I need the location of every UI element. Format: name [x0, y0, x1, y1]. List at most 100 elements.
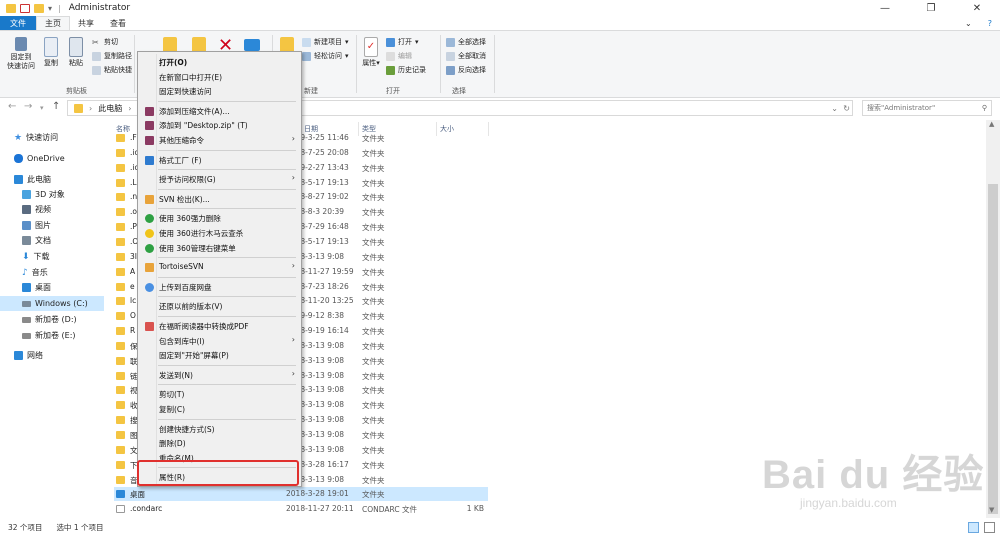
- select-none-button[interactable]: 全部取消: [446, 51, 486, 61]
- menu-item[interactable]: 上传到百度网盘: [140, 280, 299, 294]
- address-dropdown-icon[interactable]: ⌄: [831, 104, 838, 113]
- file-row[interactable]: 桌面 2018-3-28 19:01 文件夹: [114, 487, 488, 502]
- menu-item[interactable]: 固定到快速访问: [140, 84, 299, 98]
- cloud-icon: [14, 154, 23, 163]
- rename-icon[interactable]: [244, 39, 260, 51]
- pin-quick-access-button[interactable]: 固定到 快速访问: [4, 37, 38, 71]
- folder-icon: [116, 371, 125, 380]
- copy-button[interactable]: 复制: [40, 37, 62, 68]
- file-name: .F: [130, 133, 137, 142]
- file-type: 文件夹: [362, 297, 385, 307]
- nav-network[interactable]: 网络: [14, 348, 104, 363]
- menu-item[interactable]: 剪切(T): [140, 387, 299, 401]
- file-type: 文件夹: [362, 460, 385, 470]
- menu-item[interactable]: 打开(O): [140, 55, 299, 69]
- menu-item-label: 删除(D): [159, 439, 186, 449]
- file-row[interactable]: .condarc 2018-11-27 20:11 CONDARC 文件 1 KB: [114, 502, 488, 516]
- menu-item[interactable]: 包含到库中(I) ›: [140, 334, 299, 348]
- breadcrumb-this-pc[interactable]: 此电脑: [98, 103, 122, 114]
- nav-drive-c[interactable]: Windows (C:): [0, 296, 104, 311]
- location-folder-icon: [74, 103, 83, 113]
- scroll-up-arrow-icon[interactable]: ▲: [989, 120, 994, 128]
- nav-drive-d[interactable]: 新加卷 (D:): [22, 312, 104, 327]
- menu-item[interactable]: 使用 360管理右键菜单: [140, 241, 299, 255]
- menu-item[interactable]: 格式工厂 (F): [140, 153, 299, 167]
- delete-360-icon: [145, 214, 154, 224]
- properties-button[interactable]: ✓ 属性▾: [360, 37, 382, 68]
- desktop-icon: [22, 283, 31, 292]
- maximize-button[interactable]: ❐: [908, 0, 954, 16]
- minimize-button[interactable]: —: [862, 0, 908, 16]
- paste-shortcut-button[interactable]: 粘贴快捷: [92, 65, 132, 75]
- menu-item[interactable]: 固定到"开始"屏幕(P): [140, 348, 299, 362]
- nav-documents[interactable]: 文档: [22, 233, 104, 248]
- menu-item[interactable]: 添加到 "Desktop.zip" (T): [140, 118, 299, 132]
- menu-item[interactable]: 其他压缩命令 ›: [140, 133, 299, 147]
- search-input[interactable]: 搜索"Administrator" ⚲: [862, 100, 992, 116]
- menu-item[interactable]: 还原以前的版本(V): [140, 299, 299, 313]
- archive-icon: [145, 121, 154, 131]
- nav-music[interactable]: ♪ 音乐: [22, 265, 104, 280]
- menu-item-label: 还原以前的版本(V): [159, 302, 223, 312]
- tab-file[interactable]: 文件: [0, 16, 36, 30]
- new-folder-icon[interactable]: [34, 3, 44, 13]
- menu-item[interactable]: 创建快捷方式(S): [140, 422, 299, 436]
- nav-onedrive[interactable]: OneDrive: [14, 151, 104, 166]
- menu-separator: [158, 418, 296, 420]
- menu-item[interactable]: 复制(C): [140, 402, 299, 416]
- nav-drive-e[interactable]: 新加卷 (E:): [22, 328, 104, 343]
- new-item-button[interactable]: 新建项目 ▾: [302, 37, 349, 47]
- history-button[interactable]: 历史记录: [386, 65, 426, 75]
- easy-access-button[interactable]: 轻松访问 ▾: [302, 51, 349, 61]
- drive-icon: [22, 332, 31, 339]
- tab-home[interactable]: 主页: [36, 16, 70, 30]
- checkbox-properties-icon[interactable]: [20, 3, 30, 13]
- menu-item[interactable]: 在新窗口中打开(E): [140, 70, 299, 84]
- close-button[interactable]: ✕: [954, 0, 1000, 16]
- cut-button[interactable]: ✂ 剪切: [92, 37, 118, 47]
- edit-button[interactable]: 编辑: [386, 51, 412, 61]
- folder-icon: [116, 282, 125, 291]
- help-button[interactable]: ?: [980, 16, 1000, 30]
- menu-item[interactable]: 使用 360强力删除: [140, 211, 299, 225]
- tab-share[interactable]: 共享: [70, 16, 102, 30]
- back-arrow-icon[interactable]: ←: [8, 101, 16, 112]
- copy-path-button[interactable]: 复制路径: [92, 51, 132, 61]
- ribbon-expand-button[interactable]: ⌄: [957, 16, 980, 30]
- menu-item[interactable]: 授予访问权限(G) ›: [140, 172, 299, 186]
- menu-item[interactable]: 使用 360进行木马云查杀: [140, 226, 299, 240]
- forward-arrow-icon[interactable]: →: [24, 101, 32, 112]
- large-icons-view-icon[interactable]: [984, 522, 995, 533]
- menu-item[interactable]: SVN 检出(K)...: [140, 192, 299, 206]
- menu-item[interactable]: 删除(D): [140, 436, 299, 450]
- refresh-icon[interactable]: ↻: [843, 104, 850, 113]
- paste-button[interactable]: 粘贴: [64, 37, 88, 68]
- menu-item[interactable]: 发送到(N) ›: [140, 368, 299, 382]
- nav-desktop[interactable]: 桌面: [22, 280, 104, 295]
- open-button[interactable]: 打开 ▾: [386, 37, 419, 47]
- invert-selection-button[interactable]: 反向选择: [446, 65, 486, 75]
- nav-downloads[interactable]: ⬇ 下载: [22, 249, 104, 264]
- nav-pictures[interactable]: 图片: [22, 218, 104, 233]
- customize-toolbar-icon[interactable]: ▾: [48, 4, 52, 13]
- nav-videos[interactable]: 视频: [22, 202, 104, 217]
- scissors-icon: ✂: [92, 37, 99, 47]
- menu-item[interactable]: 在福昕阅读器中转换成PDF: [140, 319, 299, 333]
- copy-path-icon: [92, 51, 101, 61]
- navigation-pane: ★ 快速访问 OneDrive 此电脑 3D 对象 视频 图片 文档 ⬇ 下载 …: [0, 120, 106, 518]
- up-arrow-icon[interactable]: ↑: [52, 101, 60, 112]
- folder-icon: [116, 267, 125, 276]
- nav-3d-objects[interactable]: 3D 对象: [22, 187, 104, 202]
- select-all-button[interactable]: 全部选择: [446, 37, 486, 47]
- recent-locations-chevron-icon[interactable]: ▾: [40, 104, 44, 112]
- nav-quick-access[interactable]: ★ 快速访问: [14, 130, 104, 145]
- archive-icon: [145, 106, 154, 116]
- nav-this-pc[interactable]: 此电脑: [14, 172, 104, 187]
- details-view-icon[interactable]: [968, 522, 979, 533]
- folder-icon: [116, 163, 125, 172]
- tab-view[interactable]: 查看: [102, 16, 134, 30]
- menu-item[interactable]: TortoiseSVN ›: [140, 260, 299, 274]
- menu-separator: [158, 100, 296, 102]
- menu-separator: [158, 257, 296, 259]
- menu-item[interactable]: 添加到压缩文件(A)...: [140, 104, 299, 118]
